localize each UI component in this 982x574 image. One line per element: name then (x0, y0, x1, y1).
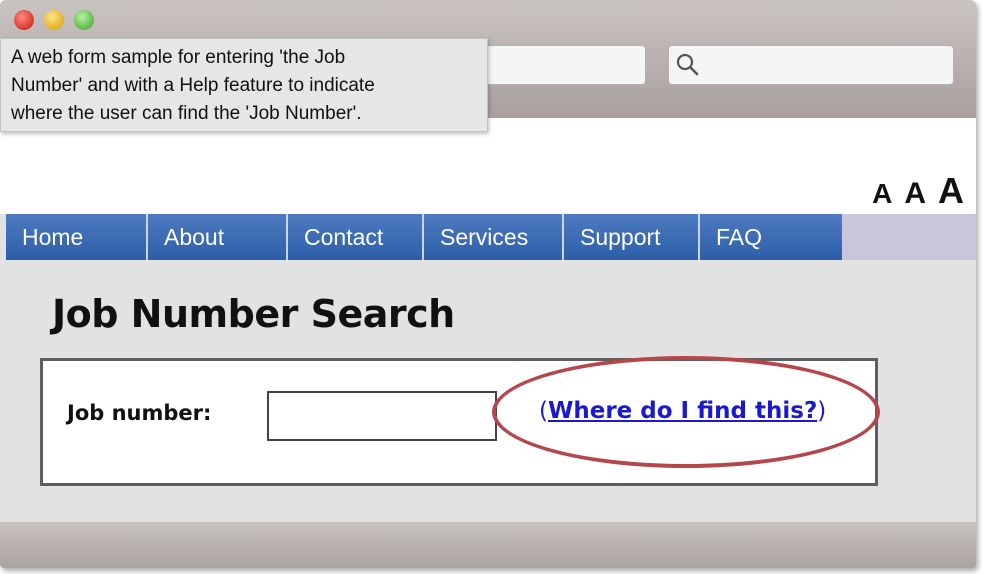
tooltip-line: A web form sample for entering 'the Job (11, 47, 346, 68)
help-close-paren: ) (817, 398, 827, 424)
job-number-label: Job number: (67, 401, 212, 425)
maximize-window-button[interactable] (74, 10, 94, 30)
description-tooltip: A web form sample for entering 'the Job … (0, 38, 488, 132)
font-size-medium-button[interactable]: A (904, 177, 926, 211)
nav-item-support[interactable]: Support (564, 214, 700, 260)
tooltip-line: where the user can find the 'Job Number'… (11, 103, 362, 124)
main-navigation: Home About Contact Services Support FAQ (6, 214, 976, 260)
tooltip-line: Number' and with a Help feature to indic… (11, 75, 375, 96)
font-size-small-button[interactable]: A (872, 178, 892, 210)
nav-item-faq[interactable]: FAQ (700, 214, 842, 260)
minimize-window-button[interactable] (44, 10, 64, 30)
help-open-paren: ( (539, 398, 548, 424)
page-title: Job Number Search (52, 292, 455, 336)
main-content: Job Number Search Job number: (Where do … (6, 260, 976, 522)
nav-item-about[interactable]: About (148, 214, 288, 260)
where-do-i-find-this-link[interactable]: Where do I find this? (548, 398, 817, 424)
close-window-button[interactable] (14, 10, 34, 30)
browser-status-bar (0, 522, 976, 568)
nav-item-home[interactable]: Home (6, 214, 148, 260)
font-size-controls: AAA (860, 170, 964, 212)
job-search-form: Job number: (Where do I find this?) (40, 358, 878, 486)
page-header: AAA (0, 118, 976, 214)
nav-item-services[interactable]: Services (424, 214, 564, 260)
search-icon (676, 53, 699, 76)
browser-search-field[interactable] (668, 45, 954, 85)
font-size-large-button[interactable]: A (938, 170, 964, 212)
help-hint: (Where do I find this?) (539, 398, 826, 424)
job-number-input[interactable] (267, 391, 497, 441)
nav-item-contact[interactable]: Contact (288, 214, 424, 260)
